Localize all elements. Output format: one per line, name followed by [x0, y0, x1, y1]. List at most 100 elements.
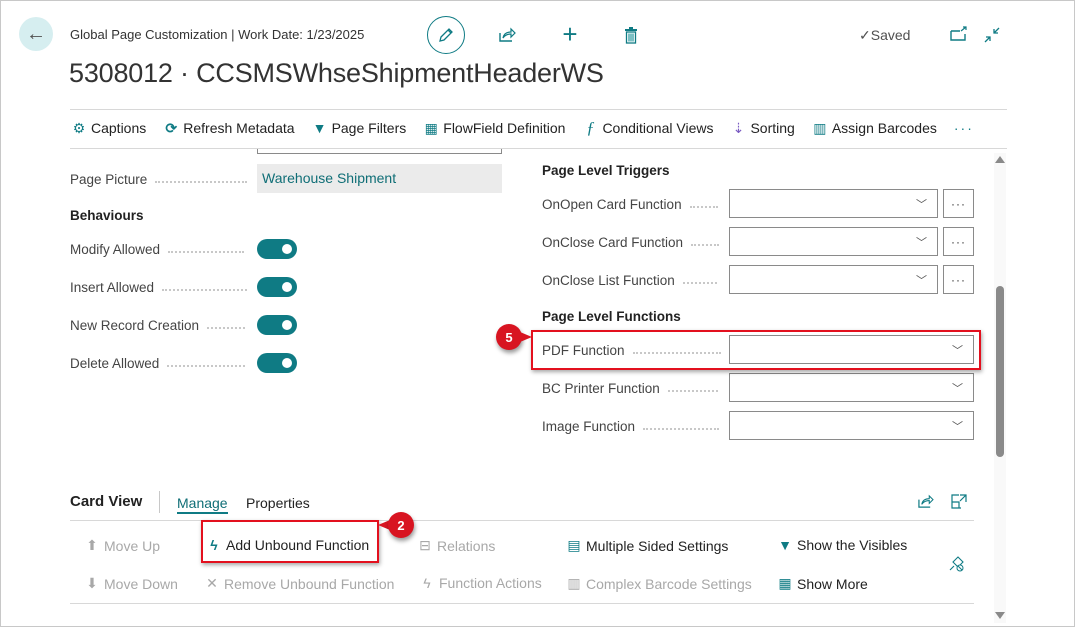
ellipsis-icon: ··· — [951, 272, 966, 287]
function-actions-button[interactable]: ϟ Function Actions — [420, 575, 541, 591]
open-new-window-button[interactable] — [949, 25, 969, 43]
more-actions-button[interactable]: ··· — [954, 118, 974, 138]
onclose-card-function-select[interactable]: ﹀ — [729, 227, 938, 256]
remove-unbound-function-button[interactable]: ✕ Remove Unbound Function — [205, 575, 394, 592]
multiple-sided-settings-button[interactable]: ▤ Multiple Sided Settings — [567, 537, 728, 554]
image-function-select[interactable]: ﹀ — [729, 411, 974, 440]
insert-allowed-label: Insert Allowed — [70, 280, 248, 295]
command-label: Show the Visibles — [797, 537, 908, 553]
back-button[interactable]: ← — [19, 17, 53, 51]
onclose-card-function-label: OnClose Card Function — [542, 235, 720, 250]
command-label: Complex Barcode Settings — [586, 575, 752, 592]
filter-edit-icon: ▼ — [312, 120, 327, 136]
pencil-icon — [439, 28, 453, 42]
chevron-down-icon: ﹀ — [916, 237, 927, 249]
onclose-list-function-select[interactable]: ﹀ — [729, 265, 938, 294]
move-up-button[interactable]: ⬆ Move Up — [85, 537, 160, 554]
command-label: Multiple Sided Settings — [586, 537, 729, 554]
page-picture-field[interactable]: Warehouse Shipment — [257, 164, 502, 193]
captions-icon: ⚙ — [72, 119, 86, 136]
page-filters-action[interactable]: ▼ Page Filters — [312, 118, 407, 138]
expand-cardview-button[interactable] — [950, 493, 968, 509]
action-label: Conditional Views — [602, 120, 714, 136]
relations-icon: ⊟ — [419, 537, 431, 553]
show-the-visibles-button[interactable]: ▼ Show the Visibles — [778, 537, 907, 553]
annotation-pointer — [520, 332, 532, 342]
barcode-icon: ▥ — [813, 119, 827, 136]
share-icon — [917, 494, 934, 508]
action-label: Page Filters — [331, 120, 407, 136]
action-bar: ⚙ Captions ⟳ Refresh Metadata ▼ Page Filter… — [71, 118, 991, 138]
captions-action[interactable]: ⚙ Captions — [71, 118, 147, 138]
divider — [70, 109, 1007, 110]
field-input-partial[interactable] — [257, 149, 502, 154]
collapse-button[interactable] — [982, 25, 1002, 45]
onopen-card-function-lookup-button[interactable]: ··· — [943, 189, 974, 218]
trash-icon — [625, 27, 637, 44]
new-record-creation-toggle[interactable] — [257, 315, 297, 335]
new-record-creation-label: New Record Creation — [70, 318, 246, 333]
share-icon — [499, 27, 516, 42]
relations-button[interactable]: ⊟ Relations — [418, 537, 495, 554]
flowfield-icon: ▦ — [424, 119, 438, 136]
onopen-card-function-select[interactable]: ﹀ — [729, 189, 938, 218]
annotation-highlight-pdf-function — [531, 330, 981, 370]
command-label: Show More — [797, 575, 868, 592]
sorting-action[interactable]: ⇣ Sorting — [730, 118, 795, 138]
onclose-list-function-label: OnClose List Function — [542, 273, 717, 288]
chevron-down-icon: ﹀ — [916, 275, 927, 287]
ellipsis-icon: ··· — [953, 120, 974, 136]
flowfield-definition-action[interactable]: ▦ FlowField Definition — [423, 118, 566, 138]
tab-properties[interactable]: Properties — [246, 495, 310, 511]
tab-manage[interactable]: Manage — [177, 495, 228, 514]
arrow-down-icon: ⬇ — [86, 575, 98, 591]
unpin-button[interactable] — [947, 555, 965, 573]
expand-icon — [951, 493, 967, 509]
scroll-up-arrow[interactable] — [995, 156, 1005, 163]
share-button[interactable] — [497, 25, 517, 45]
scroll-down-arrow[interactable] — [995, 612, 1005, 619]
delete-allowed-toggle[interactable] — [257, 353, 297, 373]
remove-function-icon: ✕ — [206, 575, 218, 591]
assign-barcodes-action[interactable]: ▥ Assign Barcodes — [812, 118, 937, 138]
show-more-icon: ▦ — [778, 575, 792, 591]
saved-status: ✓Saved — [859, 27, 911, 43]
chevron-down-icon: ﹀ — [916, 199, 927, 211]
ellipsis-icon: ··· — [951, 234, 966, 249]
share-cardview-button[interactable] — [916, 493, 934, 509]
annotation-highlight-add-unbound-function — [201, 520, 379, 563]
onclose-list-function-lookup-button[interactable]: ··· — [943, 265, 974, 294]
breadcrumb: Global Page Customization | Work Date: 1… — [70, 27, 365, 42]
plus-icon: + — [562, 18, 578, 49]
action-label: FlowField Definition — [443, 120, 566, 136]
modify-allowed-label: Modify Allowed — [70, 242, 245, 257]
card-view-title: Card View — [70, 493, 143, 510]
complex-barcode-settings-button[interactable]: ▥ Complex Barcode Settings — [567, 575, 752, 592]
copy-settings-icon: ▤ — [567, 537, 581, 553]
function-icon: ƒ — [586, 118, 595, 137]
show-more-button[interactable]: ▦ Show More — [778, 575, 868, 592]
modify-allowed-toggle[interactable] — [257, 239, 297, 259]
delete-allowed-label: Delete Allowed — [70, 356, 246, 371]
page-level-triggers-title: Page Level Triggers — [542, 163, 670, 178]
edit-button[interactable] — [427, 16, 465, 54]
ellipsis-icon: ··· — [951, 196, 966, 211]
divider — [70, 148, 1007, 149]
delete-button[interactable] — [622, 25, 640, 45]
filter-icon: ▼ — [778, 537, 792, 553]
scrollbar-thumb[interactable] — [996, 286, 1004, 457]
arrow-up-icon: ⬆ — [86, 537, 98, 553]
command-label: Move Down — [104, 575, 178, 592]
bc-printer-function-label: BC Printer Function — [542, 381, 718, 396]
refresh-icon: ⟳ — [165, 119, 178, 136]
bc-printer-function-select[interactable]: ﹀ — [729, 373, 974, 402]
new-button[interactable]: + — [559, 19, 581, 49]
onclose-card-function-lookup-button[interactable]: ··· — [943, 227, 974, 256]
insert-allowed-toggle[interactable] — [257, 277, 297, 297]
move-down-button[interactable]: ⬇ Move Down — [85, 575, 178, 592]
page-title: 5308012 · CCSMSWhseShipmentHeaderWS — [69, 58, 604, 88]
chevron-down-icon: ﹀ — [952, 383, 963, 395]
action-label: Refresh Metadata — [183, 120, 295, 136]
conditional-views-action[interactable]: ƒ Conditional Views — [582, 118, 713, 138]
refresh-metadata-action[interactable]: ⟳ Refresh Metadata — [163, 118, 294, 138]
